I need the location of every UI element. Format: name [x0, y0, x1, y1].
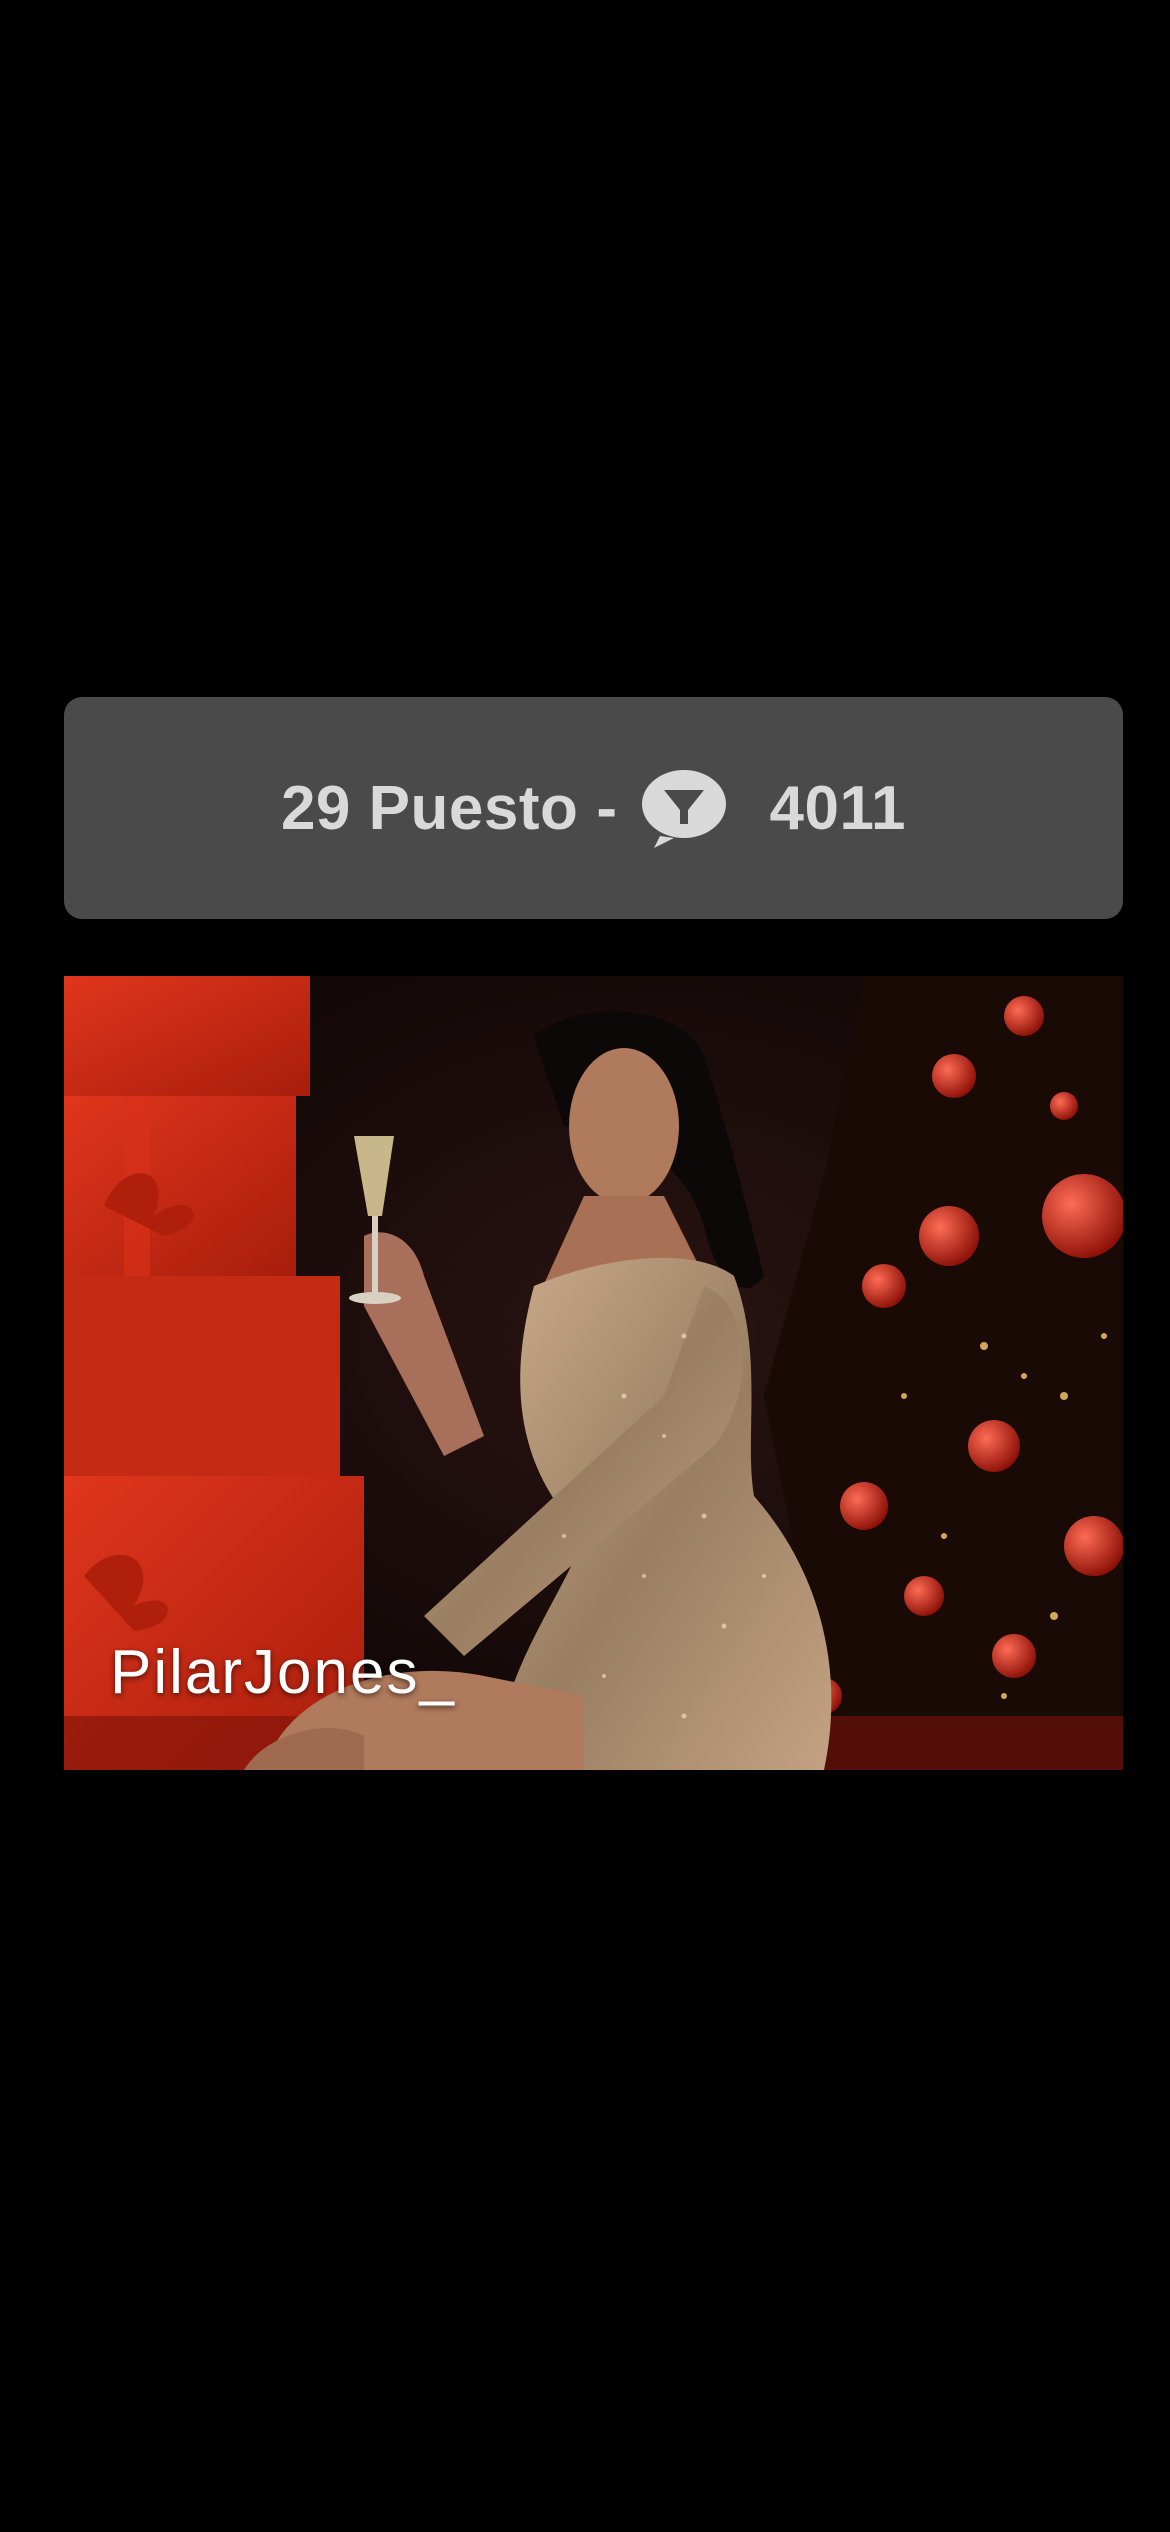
rank-bar: 29 Puesto - 4011 — [64, 697, 1123, 919]
rank-separator: - — [596, 773, 618, 843]
model-name: PilarJones_ — [110, 1638, 456, 1707]
chat-bubble-cup-icon — [640, 768, 728, 848]
token-count: 4011 — [769, 773, 907, 843]
profile-photo-card[interactable]: PilarJones_ — [64, 976, 1123, 1770]
rank-text: 29 Puesto — [280, 773, 579, 843]
